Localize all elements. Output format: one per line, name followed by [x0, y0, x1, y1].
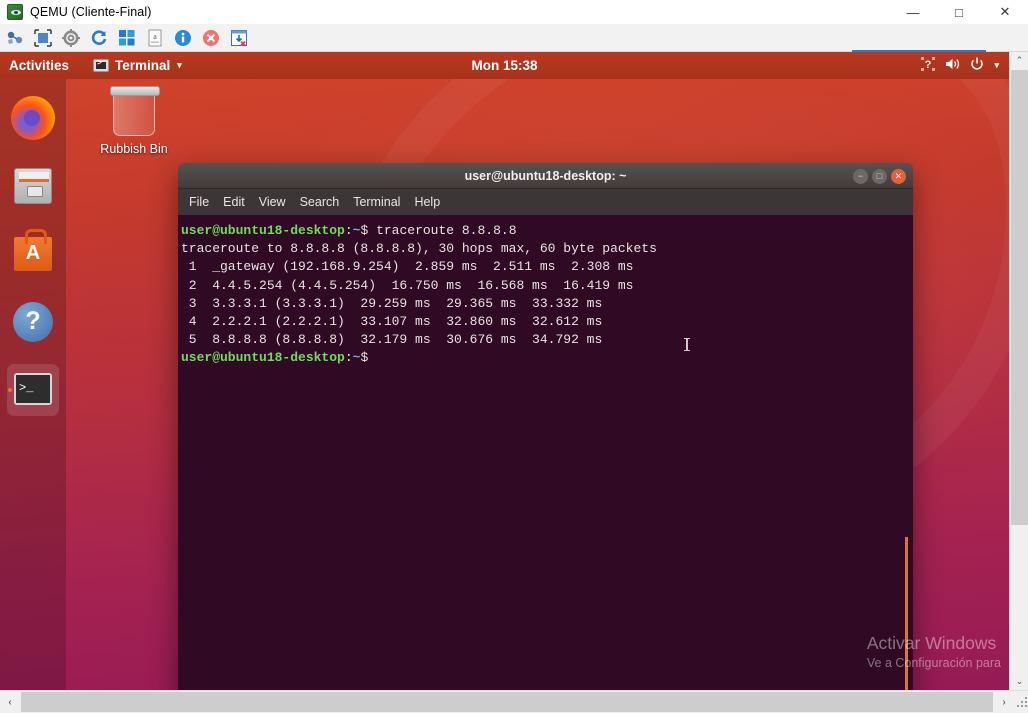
- terminal-minimize-icon[interactable]: −: [853, 169, 868, 184]
- terminal-window-controls: − □ ✕: [853, 163, 906, 189]
- text-cursor-icon: [686, 338, 688, 351]
- menu-help[interactable]: Help: [414, 195, 440, 209]
- scroll-down-icon[interactable]: ⌄: [1010, 673, 1028, 690]
- terminal-menubar: File Edit View Search Terminal Help: [178, 189, 913, 215]
- menu-search[interactable]: Search: [300, 195, 340, 209]
- horizontal-scrollbar-thumb[interactable]: [21, 692, 993, 712]
- desktop-icon-rubbish-bin[interactable]: Rubbish Bin: [95, 90, 173, 156]
- trash-icon: [113, 90, 155, 136]
- close-icon[interactable]: ✕: [982, 0, 1028, 24]
- settings-gear-icon[interactable]: [58, 26, 84, 50]
- svg-text:a: a: [153, 32, 157, 41]
- clock[interactable]: Mon 15:38: [0, 58, 1009, 73]
- document-icon[interactable]: a: [142, 26, 168, 50]
- vertical-scrollbar[interactable]: ⌃ ⌄: [1009, 52, 1028, 690]
- screenshot-icon[interactable]: [226, 26, 252, 50]
- dock-item-files[interactable]: [7, 160, 59, 212]
- maximize-icon[interactable]: □: [936, 0, 982, 24]
- help-icon: ?: [13, 302, 53, 342]
- ubuntu-software-icon: [14, 237, 52, 271]
- scroll-up-icon[interactable]: ⌃: [1010, 52, 1028, 69]
- qemu-titlebar: QEMU (Cliente-Final) — □ ✕: [0, 0, 1028, 24]
- horizontal-scrollbar[interactable]: ‹ ›: [0, 690, 1028, 713]
- guest-screen: Activities Terminal ▾ Mon 15:38 ? ▾: [0, 52, 1009, 690]
- info-icon[interactable]: [170, 26, 196, 50]
- firefox-icon: [11, 96, 55, 140]
- refresh-icon[interactable]: [86, 26, 112, 50]
- terminal-window-title: user@ubuntu18-desktop: ~: [465, 169, 627, 183]
- resize-grip[interactable]: [1014, 691, 1028, 713]
- menu-file[interactable]: File: [189, 195, 209, 209]
- terminal-titlebar[interactable]: user@ubuntu18-desktop: ~ − □ ✕: [178, 163, 913, 189]
- dock-item-terminal[interactable]: >_: [7, 364, 59, 416]
- keyboard-input-icon[interactable]: ?: [921, 57, 935, 74]
- vertical-scrollbar-thumb[interactable]: [1011, 70, 1028, 525]
- dock-item-help[interactable]: ?: [7, 296, 59, 348]
- terminal-close-icon[interactable]: ✕: [891, 169, 906, 184]
- disconnect-icon[interactable]: [198, 26, 224, 50]
- dock-item-firefox[interactable]: [7, 92, 59, 144]
- ubuntu-dock: ? >_: [0, 79, 66, 690]
- system-menu-arrow-icon[interactable]: ▾: [994, 60, 999, 71]
- terminal-scrollbar[interactable]: [905, 537, 908, 690]
- system-tray: ? ▾: [921, 57, 999, 74]
- connection-icon[interactable]: [2, 26, 28, 50]
- qemu-toolbar: a: [0, 24, 1028, 52]
- menu-edit[interactable]: Edit: [223, 195, 245, 209]
- scroll-left-icon[interactable]: ‹: [0, 691, 20, 713]
- windows-logo-icon[interactable]: [114, 26, 140, 50]
- qemu-icon: [7, 4, 23, 20]
- fullscreen-icon[interactable]: [30, 26, 56, 50]
- minimize-icon[interactable]: —: [890, 0, 936, 24]
- gnome-topbar: Activities Terminal ▾ Mon 15:38 ? ▾: [0, 52, 1009, 79]
- qemu-window-title: QEMU (Cliente-Final): [30, 5, 151, 19]
- scroll-right-icon[interactable]: ›: [994, 691, 1014, 713]
- terminal-prompt-glyph: >_: [16, 375, 50, 403]
- terminal-maximize-icon[interactable]: □: [872, 169, 887, 184]
- terminal-icon: >_: [14, 373, 52, 405]
- files-icon: [14, 168, 52, 204]
- menu-terminal[interactable]: Terminal: [353, 195, 400, 209]
- qemu-window: QEMU (Cliente-Final) — □ ✕ a: [0, 0, 1028, 713]
- terminal-output-area[interactable]: user@ubuntu18-desktop:~$ traceroute 8.8.…: [178, 215, 913, 690]
- terminal-window: user@ubuntu18-desktop: ~ − □ ✕ File Edit…: [178, 163, 913, 690]
- svg-text:?: ?: [925, 59, 932, 71]
- terminal-text: user@ubuntu18-desktop:~$ traceroute 8.8.…: [180, 222, 913, 368]
- menu-view[interactable]: View: [259, 195, 286, 209]
- running-indicator-dot: [8, 388, 12, 392]
- power-icon[interactable]: [970, 57, 984, 74]
- volume-icon[interactable]: [945, 57, 960, 74]
- qemu-window-controls: — □ ✕: [890, 0, 1028, 24]
- dock-item-software[interactable]: [7, 228, 59, 280]
- desktop-icon-label: Rubbish Bin: [95, 142, 173, 156]
